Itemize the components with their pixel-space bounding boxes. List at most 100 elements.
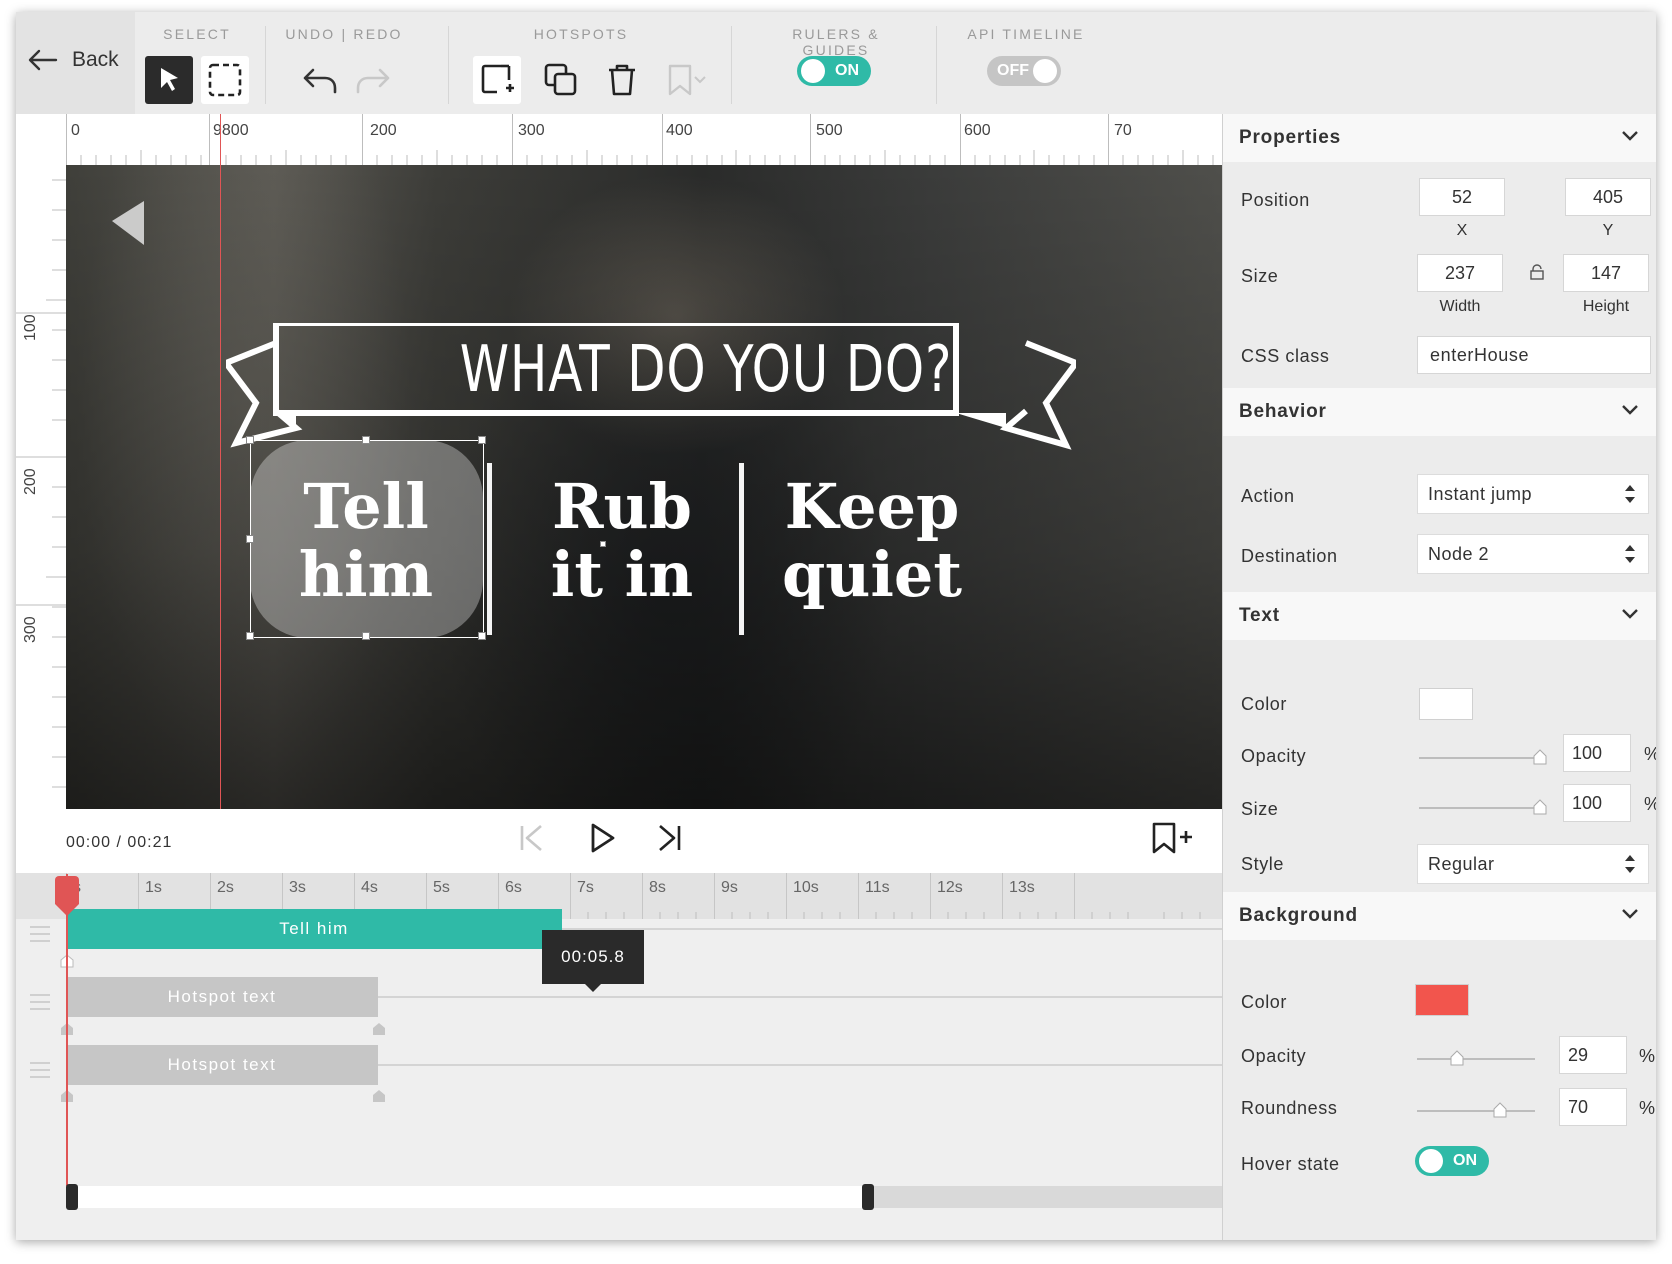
resize-handle[interactable]	[362, 436, 370, 444]
text-color-swatch[interactable]	[1419, 688, 1473, 720]
delete-hotspot-button[interactable]	[598, 56, 646, 104]
scrollbar-handle-left[interactable]	[66, 1184, 78, 1210]
selection-box[interactable]	[250, 440, 484, 638]
css-class-input[interactable]: enterHouse	[1417, 336, 1651, 374]
add-bookmark-icon[interactable]	[1151, 821, 1195, 855]
choice-line: Keep	[784, 470, 960, 543]
pointer-tool-button[interactable]	[145, 56, 193, 104]
slider-thumb[interactable]	[1493, 1102, 1507, 1118]
ruler-label: 300	[22, 616, 39, 643]
playhead-handle[interactable]	[53, 876, 81, 916]
add-hotspot-button[interactable]	[473, 56, 521, 104]
resize-handle[interactable]	[246, 535, 254, 543]
updown-arrows-icon	[1625, 855, 1635, 873]
select-group-label: SELECT	[163, 26, 231, 42]
text-size-input[interactable]: 100	[1563, 784, 1631, 822]
drag-handle[interactable]	[30, 926, 50, 947]
track-bar-hotspot-text[interactable]: Hotspot text	[66, 1045, 378, 1085]
timecode: 00:00 / 00:21	[66, 834, 173, 851]
redo-button[interactable]	[349, 56, 397, 104]
choice-line: quiet	[781, 538, 963, 611]
scrollbar-thumb[interactable]	[66, 1186, 868, 1208]
track-label: Tell him	[279, 919, 349, 938]
drag-handle[interactable]	[30, 994, 50, 1015]
resize-handle[interactable]	[246, 436, 254, 444]
lock-icon[interactable]	[1529, 264, 1545, 280]
text-opacity-input[interactable]: 100	[1563, 734, 1631, 772]
choice-keep-quiet[interactable]: Keep quiet	[752, 473, 992, 609]
ruler-top[interactable]: 0 9800 200 300 400 500 600 70	[66, 114, 1222, 166]
center-point	[600, 541, 606, 547]
keyframe-marker[interactable]	[372, 1022, 386, 1036]
position-y-input[interactable]: 405	[1565, 178, 1651, 216]
timeline-scrollbar[interactable]	[66, 1184, 1222, 1210]
text-size-slider[interactable]	[1419, 799, 1547, 815]
section-title: Behavior	[1239, 401, 1327, 422]
width-input[interactable]: 237	[1417, 254, 1503, 292]
bookmark-dropdown-button[interactable]	[659, 56, 715, 104]
background-header[interactable]: Background	[1223, 892, 1656, 940]
choice-rub-it-in[interactable]: Rub it in	[506, 473, 738, 609]
resize-handle[interactable]	[246, 632, 254, 640]
toggle-knob	[1033, 59, 1057, 83]
position-x-input[interactable]: 52	[1419, 178, 1505, 216]
text-opacity-slider[interactable]	[1419, 749, 1547, 765]
rulers-guides-toggle[interactable]: ON	[797, 56, 871, 86]
select-value: Node 2	[1428, 543, 1490, 564]
y-label: Y	[1602, 222, 1614, 239]
hover-state-toggle[interactable]: ON	[1415, 1146, 1489, 1176]
roundness-slider[interactable]	[1417, 1102, 1535, 1118]
drag-handle[interactable]	[30, 1062, 50, 1083]
updown-arrows-icon	[1625, 545, 1635, 563]
editor-window: Back SELECT UNDO | REDO HOTSPOTS RULERS …	[16, 12, 1656, 1240]
ruler-left[interactable]: 100 200 300	[16, 165, 67, 809]
toolbar-divider	[731, 26, 732, 104]
hover-state-label: Hover state	[1241, 1154, 1340, 1174]
marquee-select-icon	[208, 63, 242, 97]
toolbar: Back SELECT UNDO | REDO HOTSPOTS RULERS …	[16, 12, 1656, 115]
height-input[interactable]: 147	[1563, 254, 1649, 292]
api-timeline-toggle[interactable]: OFF	[987, 56, 1061, 86]
play-icon[interactable]	[590, 822, 616, 854]
video-back-arrow-icon[interactable]	[110, 199, 146, 247]
resize-handle[interactable]	[478, 436, 486, 444]
bg-color-label: Color	[1241, 992, 1288, 1012]
text-style-label: Style	[1241, 854, 1285, 874]
track-bar-tell-him[interactable]: Tell him	[66, 909, 562, 949]
add-hotspot-icon	[481, 64, 514, 94]
api-toggle-label: OFF	[997, 62, 1029, 79]
guide-line[interactable]	[220, 114, 221, 809]
chevron-down-icon	[1622, 609, 1638, 619]
resize-handle[interactable]	[362, 632, 370, 640]
playback-bar: 00:00 / 00:21	[16, 809, 1222, 874]
behavior-header[interactable]: Behavior	[1223, 388, 1656, 436]
back-button[interactable]: Back	[28, 48, 119, 72]
bookmark-icon	[668, 64, 692, 96]
roundness-label: Roundness	[1241, 1098, 1338, 1118]
roundness-input[interactable]: 70	[1559, 1088, 1627, 1126]
bg-opacity-slider[interactable]	[1417, 1050, 1535, 1066]
slider-thumb[interactable]	[1450, 1050, 1464, 1066]
skip-end-icon[interactable]	[656, 823, 682, 853]
percent-sign: %	[1639, 1098, 1656, 1118]
text-header[interactable]: Text	[1223, 592, 1656, 640]
properties-header[interactable]: Properties	[1223, 114, 1656, 162]
destination-select[interactable]: Node 2	[1417, 534, 1649, 574]
scrollbar-handle-right[interactable]	[862, 1184, 874, 1210]
undo-button[interactable]	[296, 56, 344, 104]
track-bar-hotspot-text[interactable]: Hotspot text	[66, 977, 378, 1017]
action-select[interactable]: Instant jump	[1417, 474, 1649, 514]
keyframe-marker[interactable]	[372, 1089, 386, 1103]
resize-handle[interactable]	[478, 632, 486, 640]
text-style-select[interactable]: Regular	[1417, 844, 1649, 884]
percent-sign: %	[1644, 794, 1656, 815]
slider-thumb[interactable]	[1533, 749, 1547, 765]
bg-opacity-input[interactable]: 29	[1559, 1036, 1627, 1074]
skip-start-icon[interactable]	[519, 823, 545, 853]
video-canvas[interactable]: WHAT DO YOU DO? Tell him Rub it in Keep …	[66, 165, 1222, 809]
slider-thumb[interactable]	[1533, 799, 1547, 815]
duplicate-hotspot-button[interactable]	[537, 56, 585, 104]
select-value: Regular	[1428, 853, 1495, 874]
marquee-tool-button[interactable]	[201, 56, 249, 104]
bg-color-swatch[interactable]	[1415, 984, 1469, 1016]
